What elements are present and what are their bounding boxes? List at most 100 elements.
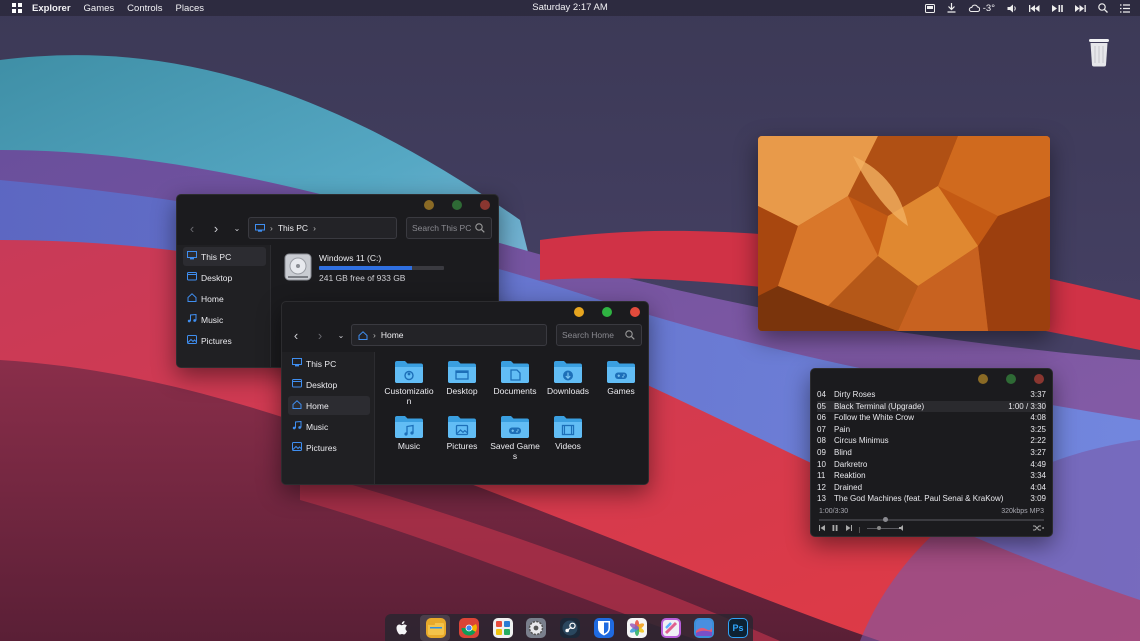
minimize-button[interactable] <box>978 374 988 384</box>
clock[interactable]: Saturday 2:17 AM <box>532 2 608 13</box>
drive-item-c[interactable]: Windows 11 (C:) 241 GB free of 933 GB <box>283 253 453 287</box>
previous-track-icon[interactable] <box>1029 4 1040 12</box>
trash-icon[interactable] <box>1086 37 1112 67</box>
maximize-button[interactable] <box>452 200 462 210</box>
photoshop-icon[interactable]: Ps <box>728 618 748 638</box>
desktop-icon <box>187 272 197 281</box>
documents-folder-icon <box>501 361 529 383</box>
track-duration: 3:25 <box>1030 424 1046 434</box>
search-input[interactable]: Search Home <box>556 324 642 346</box>
close-button[interactable] <box>480 200 490 210</box>
menu-explorer[interactable]: Explorer <box>32 3 71 14</box>
folder-item[interactable]: Desktop <box>436 360 488 397</box>
photos-icon[interactable] <box>627 618 648 638</box>
folder-item[interactable]: Saved Games <box>489 415 541 461</box>
chrome-icon[interactable] <box>459 618 480 638</box>
window-titlebar[interactable] <box>282 302 648 320</box>
notification-list-icon[interactable] <box>1120 3 1130 13</box>
minimize-button[interactable] <box>574 307 584 317</box>
play-pause-icon[interactable] <box>1052 4 1063 12</box>
seek-handle[interactable] <box>882 517 888 522</box>
weather-widget[interactable]: -3° <box>968 3 995 14</box>
forward-button[interactable]: › <box>310 323 330 347</box>
next-track-icon[interactable] <box>1075 4 1086 12</box>
screenshot-icon[interactable] <box>924 3 935 13</box>
next-icon[interactable] <box>846 525 852 533</box>
windows-logo-icon[interactable] <box>12 3 22 13</box>
shuffle-icon[interactable] <box>1033 525 1045 533</box>
volume-icon[interactable] <box>1007 4 1017 13</box>
music-player-window[interactable]: 04 Dirty Roses 3:37 05 Black Terminal (Upgra… <box>810 368 1053 537</box>
track-duration: 3:37 <box>1030 390 1046 399</box>
file-explorer-icon[interactable] <box>425 618 446 638</box>
settings-icon[interactable] <box>526 618 547 638</box>
address-bar[interactable]: › This PC › <box>248 217 397 239</box>
sidebar-item-pictures[interactable]: Pictures <box>288 438 370 457</box>
window-titlebar[interactable] <box>177 195 498 213</box>
maximize-button[interactable] <box>602 307 612 317</box>
forward-button[interactable]: › <box>206 216 226 240</box>
search-icon[interactable] <box>1098 3 1108 13</box>
sidebar-item-this-pc[interactable]: This PC <box>183 247 266 266</box>
playlist-row-current[interactable]: 05 Black Terminal (Upgrade) 1:00 / 3:30 <box>817 400 1046 413</box>
close-button[interactable] <box>630 307 640 317</box>
bitwarden-icon[interactable] <box>593 618 614 638</box>
menu-games[interactable]: Games <box>84 3 115 14</box>
folder-item[interactable]: Games <box>595 360 647 397</box>
office-icon[interactable] <box>492 618 513 638</box>
customization-folder-icon <box>395 361 423 383</box>
pause-icon[interactable] <box>832 525 838 533</box>
image-viewer-window[interactable] <box>758 136 1050 331</box>
back-button[interactable]: ‹ <box>286 323 306 347</box>
seek-bar[interactable] <box>819 517 1044 522</box>
download-icon[interactable] <box>947 3 956 13</box>
music-icon <box>292 421 302 430</box>
close-button[interactable] <box>1034 374 1044 384</box>
maximize-button[interactable] <box>1006 374 1016 384</box>
apple-icon[interactable] <box>392 618 412 638</box>
sidebar-item-this-pc[interactable]: This PC <box>288 354 370 373</box>
track-number: 12 <box>817 482 826 492</box>
back-button[interactable]: ‹ <box>182 216 202 240</box>
wallpaper-icon[interactable] <box>694 618 715 638</box>
playlist-row[interactable]: 06 Follow the White Crow 4:08 <box>817 412 1046 424</box>
folder-item[interactable]: Videos <box>542 415 594 452</box>
volume-slider[interactable] <box>867 528 899 529</box>
sidebar-item-home[interactable]: Home <box>183 289 266 308</box>
sidebar-item-desktop[interactable]: Desktop <box>183 268 266 287</box>
playlist-row[interactable]: 09 Blind 3:27 <box>817 447 1046 459</box>
sidebar-item-home[interactable]: Home <box>288 396 370 415</box>
track-duration: 3:09 <box>1030 494 1046 504</box>
explorer-window-home[interactable]: ‹ › ⌄ › Home Search Home This PC Desktop… <box>281 301 649 485</box>
playlist-row[interactable]: 07 Pain 3:25 <box>817 424 1046 436</box>
folder-item[interactable]: Music <box>383 415 435 452</box>
volume-icon[interactable] <box>899 525 905 533</box>
prev-icon[interactable] <box>819 525 825 533</box>
search-input[interactable]: Search This PC <box>406 217 492 239</box>
address-bar[interactable]: › Home <box>351 324 547 346</box>
recent-locations-chevron-icon[interactable]: ⌄ <box>227 216 247 240</box>
recent-locations-chevron-icon[interactable]: ⌄ <box>331 323 351 347</box>
playlist-row[interactable]: 04 Dirty Roses 3:37 <box>817 389 1046 401</box>
steam-icon[interactable] <box>560 618 580 638</box>
minimize-button[interactable] <box>424 200 434 210</box>
folder-item[interactable]: Documents <box>489 360 541 397</box>
playlist-row[interactable]: 12 Drained 4:04 <box>817 482 1046 494</box>
sidebar-item-desktop[interactable]: Desktop <box>288 375 370 394</box>
menu-places[interactable]: Places <box>176 3 205 14</box>
sidebar-item-music[interactable]: Music <box>183 310 266 329</box>
sidebar-item-pictures[interactable]: Pictures <box>183 331 266 350</box>
paint-icon[interactable] <box>660 618 681 638</box>
window-titlebar[interactable] <box>811 369 1052 387</box>
folder-item[interactable]: Pictures <box>436 415 488 452</box>
sidebar-item-music[interactable]: Music <box>288 417 370 436</box>
playlist-row[interactable]: 08 Circus Minimus 2:22 <box>817 435 1046 447</box>
folder-item[interactable]: Customization <box>383 360 435 406</box>
playlist-row[interactable]: 11 Reaktion 3:34 <box>817 470 1046 482</box>
playlist-row[interactable]: 13 The God Machines (feat. Paul Senai & K… <box>817 493 1046 505</box>
menu-controls[interactable]: Controls <box>127 3 162 14</box>
folder-item[interactable]: Downloads <box>542 360 594 397</box>
volume-slider-handle[interactable] <box>877 526 881 530</box>
playlist-row[interactable]: 10 Darkretro 4:49 <box>817 459 1046 471</box>
folder-label: Pictures <box>446 441 478 451</box>
